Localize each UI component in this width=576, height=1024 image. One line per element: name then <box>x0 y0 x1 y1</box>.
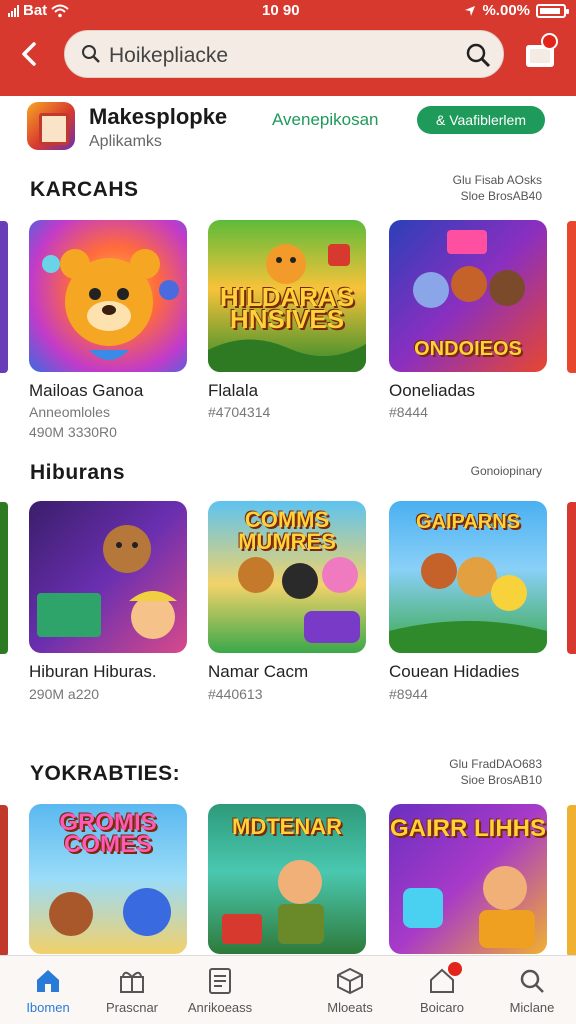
nav-label: Ibomen <box>26 1000 70 1015</box>
nav-item-notifications[interactable]: Boicaro <box>394 956 490 1024</box>
search-icon <box>520 969 544 993</box>
list-icon <box>209 968 231 994</box>
game-card-partial[interactable] <box>567 221 576 373</box>
nav-label: Miclane <box>509 1000 555 1015</box>
bottom-nav: Ibomen Prascnar Anrikoeass Mloeats Boica… <box>0 955 576 1024</box>
battery-icon <box>536 3 569 18</box>
game-subtitle: Anneomloles <box>29 404 110 420</box>
gift-icon <box>120 971 144 993</box>
cover-title: MDTENAR <box>232 814 342 839</box>
search-submit-icon[interactable] <box>465 42 491 68</box>
back-arrow-icon[interactable] <box>14 38 46 70</box>
nav-item-search[interactable]: Miclane <box>484 956 576 1024</box>
game-card-partial[interactable] <box>0 221 8 373</box>
cover-title: GAIPARNS <box>415 511 521 533</box>
game-meta: #8944 <box>389 686 428 702</box>
game-title[interactable]: Mailoas Ganoa <box>29 381 143 401</box>
nav-label: Boicaro <box>419 1000 465 1015</box>
cover-title: HILDARAS HNSIVES <box>219 282 355 334</box>
game-card-partial[interactable] <box>0 502 8 654</box>
search-input[interactable]: Hoikepliacke <box>109 44 228 68</box>
section-meta[interactable]: Glu FradDAO683 Sioe BrosAB10 <box>449 756 542 788</box>
game-meta: #4704314 <box>208 404 271 420</box>
game-card[interactable]: COMMS MUMRES <box>208 501 366 653</box>
carrier-label: Bat <box>23 2 48 19</box>
section-meta-line: Glu Fisab AOsks <box>452 173 542 187</box>
search-icon <box>82 45 100 63</box>
section-title: Hiburans <box>30 461 126 484</box>
game-meta: 290M a220 <box>29 686 100 702</box>
wifi-icon <box>51 4 69 17</box>
cart-badge <box>541 33 558 50</box>
status-bar: Bat 10 90 %.00% <box>0 0 576 22</box>
nav-label: Anrikoeass <box>187 1000 253 1015</box>
section-meta[interactable]: Glu Fisab AOsks Sloe BrosAB40 <box>453 172 542 204</box>
game-title[interactable]: Hiburan Hiburas. <box>29 662 157 682</box>
box-icon <box>337 967 363 995</box>
game-card[interactable] <box>29 501 187 653</box>
clock: 10 90 <box>262 2 300 19</box>
game-card[interactable]: GROMIS COMES <box>29 804 187 954</box>
game-card-partial[interactable] <box>567 502 576 654</box>
cover-title: GAIRR LIHHS <box>390 815 546 842</box>
game-card[interactable] <box>29 220 187 372</box>
game-card[interactable]: GAIPARNS <box>389 501 547 653</box>
game-card[interactable]: GAIRR LIHHS <box>389 804 547 954</box>
game-title[interactable]: Namar Cacm <box>208 662 308 682</box>
game-meta: #440613 <box>208 686 263 702</box>
nav-item-gift[interactable]: Prascnar <box>84 956 180 1024</box>
section-title: KARCAHS <box>30 178 139 201</box>
game-meta: 490M 3330R0 <box>29 424 117 440</box>
header-action-button[interactable]: & Vaafiblerlem <box>417 106 545 134</box>
section-meta-line: Sioe BrosAB10 <box>460 773 542 787</box>
nav-item-box[interactable]: Mloeats <box>302 956 398 1024</box>
cover-title: GROMIS COMES <box>59 809 157 858</box>
game-card-partial[interactable] <box>567 805 576 957</box>
game-title[interactable]: Ooneliadas <box>389 381 475 401</box>
app-subtitle: Aplikamks <box>89 133 162 150</box>
nav-item-list[interactable]: Anrikoeass <box>172 956 268 1024</box>
bear-character-icon <box>42 249 179 360</box>
game-card[interactable]: ONDOIEOS <box>389 220 547 372</box>
game-card[interactable]: HILDARAS HNSIVES <box>208 220 366 372</box>
search-bar[interactable]: Hoikepliacke <box>64 30 504 78</box>
game-cover-art-icon <box>37 525 177 639</box>
game-title[interactable]: Flalala <box>208 381 258 401</box>
section-meta-line: Sloe BrosAB40 <box>460 189 542 203</box>
game-title[interactable]: Couean Hidadies <box>389 662 519 682</box>
section-meta-line: Glu FradDAO683 <box>449 757 542 771</box>
section-meta[interactable]: Gonoiopinary <box>471 463 542 479</box>
app-name: Makesplopke <box>89 104 228 129</box>
nav-label: Prascnar <box>105 1000 159 1015</box>
game-card-partial[interactable] <box>0 805 8 957</box>
signal-icon <box>8 4 19 17</box>
battery-percent: %.00% <box>482 2 530 19</box>
header-link[interactable]: Avenepikosan <box>272 110 379 130</box>
nav-item-home[interactable]: Ibomen <box>0 956 96 1024</box>
location-icon <box>465 5 476 16</box>
home-icon <box>37 970 59 992</box>
section-title: YOKRABTIES: <box>30 762 181 785</box>
section-meta-line: Gonoiopinary <box>470 464 542 478</box>
app-logo-icon <box>27 102 75 150</box>
notification-badge <box>448 962 462 976</box>
cover-title: COMMS MUMRES <box>238 507 336 554</box>
nav-label: Mloeats <box>327 1000 373 1015</box>
game-meta: #8444 <box>389 404 428 420</box>
cover-title: ONDOIEOS <box>414 338 522 360</box>
game-card[interactable]: MDTENAR <box>208 804 366 954</box>
